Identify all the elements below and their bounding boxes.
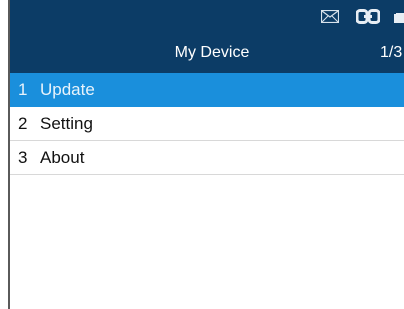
mail-icon: [320, 9, 340, 23]
menu-item-label: Update: [40, 79, 95, 99]
battery-icon: [394, 11, 404, 23]
link-icon: [355, 8, 381, 24]
page-title: My Device: [174, 44, 250, 61]
menu-item-setting[interactable]: 2 Setting: [10, 107, 404, 141]
menu-item-number: 3: [18, 147, 28, 167]
menu-item-number: 1: [18, 79, 28, 99]
status-bar: [320, 6, 404, 26]
menu-item-number: 2: [18, 113, 28, 133]
menu-item-label: About: [40, 147, 85, 167]
menu-list: 1 Update 2 Setting 3 About: [10, 73, 404, 175]
device-screen: My Device 1/3 1 Update 2 Setting 3 About: [8, 0, 404, 309]
page-indicator: 1/3: [380, 44, 403, 61]
header-bar: My Device 1/3: [10, 0, 404, 73]
menu-item-about[interactable]: 3 About: [10, 141, 404, 175]
menu-item-label: Setting: [40, 113, 93, 133]
menu-item-update[interactable]: 1 Update: [10, 73, 404, 107]
